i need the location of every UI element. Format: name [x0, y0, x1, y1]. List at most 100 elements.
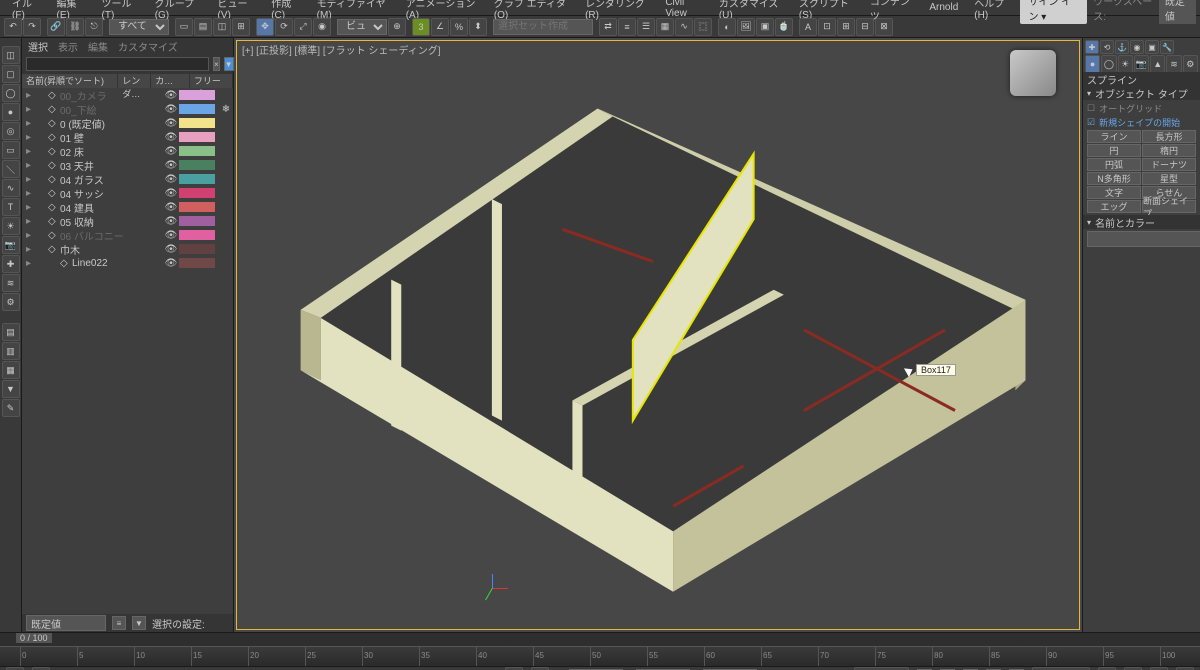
scene-row[interactable]: ▸◇03 天井👁	[22, 158, 233, 172]
scene-row[interactable]: ▸◇01 壁👁	[22, 130, 233, 144]
create-donut-button[interactable]: ドーナツ	[1142, 158, 1196, 171]
cmd-sub-geom-icon[interactable]: ●	[1085, 55, 1100, 73]
window-crossing-button[interactable]: ⊞	[232, 18, 250, 36]
lt-cylinder-icon[interactable]: ◯	[2, 84, 20, 102]
layer-button[interactable]: ☰	[637, 18, 655, 36]
create-circle-button[interactable]: 円	[1087, 144, 1141, 157]
cmd-sub-shape-icon[interactable]: ◯	[1101, 55, 1116, 73]
create-egg-button[interactable]: エッグ	[1087, 200, 1141, 213]
lt-layer1-icon[interactable]: ▤	[2, 323, 20, 341]
scene-footer-b-icon[interactable]: ▼	[132, 616, 146, 630]
scene-tab-customize[interactable]: カスタマイズ	[118, 39, 178, 54]
menu-arnold[interactable]: Arnold	[921, 2, 966, 13]
create-text-button[interactable]: 文字	[1087, 186, 1141, 199]
curve-editor-button[interactable]: ∿	[675, 18, 693, 36]
percent-snap-button[interactable]: %	[450, 18, 468, 36]
lock-selection-icon[interactable]: 🔒	[505, 667, 523, 670]
nav-max-icon[interactable]: ⊞	[1176, 667, 1194, 670]
rendered-frame-button[interactable]: ▣	[756, 18, 774, 36]
nav-zoom-icon[interactable]: 🔍	[1098, 667, 1116, 670]
scene-row[interactable]: ▸◇巾木👁	[22, 242, 233, 256]
scene-footer-a-icon[interactable]: ≡	[112, 616, 126, 630]
d-button[interactable]: ⊟	[856, 18, 874, 36]
ribbon-button[interactable]: ▦	[656, 18, 674, 36]
unlink-button[interactable]: ⛓	[66, 18, 84, 36]
cmd-tab-motion-icon[interactable]: ◉	[1130, 40, 1144, 54]
scene-row[interactable]: ▸◇Line022👁	[22, 256, 233, 270]
snap-button[interactable]: 3	[412, 18, 430, 36]
create-arc-button[interactable]: 円弧	[1087, 158, 1141, 171]
scene-filter-clear[interactable]: ×	[213, 57, 220, 71]
rollout-objecttype[interactable]: オブジェクト タイプ	[1083, 86, 1200, 100]
nav-pan-icon[interactable]: ✋	[1124, 667, 1142, 670]
lt-box-icon[interactable]: ▢	[2, 65, 20, 83]
render-button[interactable]: 🍵	[775, 18, 793, 36]
material-button[interactable]: ◐	[718, 18, 736, 36]
redo-button[interactable]: ↷	[23, 18, 41, 36]
create-ngon-button[interactable]: N多角形	[1087, 172, 1141, 185]
cmd-tab-modify-icon[interactable]: ⟲	[1100, 40, 1114, 54]
cmd-sub-light-icon[interactable]: ☀	[1118, 55, 1133, 73]
cmd-sub-system-icon[interactable]: ⚙	[1183, 55, 1198, 73]
scene-tab-select[interactable]: 選択	[28, 39, 48, 54]
cmd-tab-utilities-icon[interactable]: 🔧	[1160, 40, 1174, 54]
time-slider[interactable]: 0 / 100	[0, 632, 1200, 646]
b-button[interactable]: ⊡	[818, 18, 836, 36]
angle-snap-button[interactable]: ∠	[431, 18, 449, 36]
lt-system-icon[interactable]: ⚙	[2, 293, 20, 311]
scene-row[interactable]: ▸◇04 サッシ👁	[22, 186, 233, 200]
scene-row[interactable]: ▸◇00_カメラ👁	[22, 88, 233, 102]
refcoord-dropdown[interactable]: ビュー	[337, 19, 387, 35]
bind-button[interactable]: ⎋	[85, 18, 103, 36]
undo-button[interactable]: ↶	[4, 18, 22, 36]
select-region-button[interactable]: ◫	[213, 18, 231, 36]
lt-plane-icon[interactable]: ▭	[2, 141, 20, 159]
scene-row[interactable]: ▸◇04 建具👁	[22, 200, 233, 214]
c-button[interactable]: ⊞	[837, 18, 855, 36]
spinner-snap-button[interactable]: ⬍	[469, 18, 487, 36]
autogrid-checkbox[interactable]: ☐オートグリッド	[1087, 102, 1196, 115]
lt-helper-icon[interactable]: ✚	[2, 255, 20, 273]
selection-filter-dropdown[interactable]: すべて	[109, 19, 169, 35]
setkey-button[interactable]: セット キー	[1032, 667, 1090, 670]
autokey-button[interactable]: オートキー	[854, 667, 909, 670]
time-ruler[interactable]: 0510152025303540455055606570758085909510…	[0, 646, 1200, 666]
lt-note-icon[interactable]: ✎	[2, 399, 20, 417]
align-button[interactable]: ≡	[618, 18, 636, 36]
lt-line-icon[interactable]: ＼	[2, 160, 20, 178]
lt-light-icon[interactable]: ☀	[2, 217, 20, 235]
lt-select-icon[interactable]: ◫	[2, 46, 20, 64]
scene-row[interactable]: ▸◇06 バルコニー👁	[22, 228, 233, 242]
pivot-button[interactable]: ⊕	[388, 18, 406, 36]
lock-button[interactable]: 🔒	[32, 667, 50, 670]
a-button[interactable]: A	[799, 18, 817, 36]
scene-column-header[interactable]: 名前(昇順でソート) レンダ… カ… フリーズ	[22, 74, 233, 88]
scene-row[interactable]: ▸◇02 床👁	[22, 144, 233, 158]
mirror-button[interactable]: ⇄	[599, 18, 617, 36]
viewport[interactable]: [+] [正投影] [標準] [フラット シェーディング]	[234, 38, 1082, 632]
maxscript-button[interactable]: ⌨	[6, 667, 24, 670]
create-star-button[interactable]: 星型	[1142, 172, 1196, 185]
cmd-tab-hierarchy-icon[interactable]: ⚓	[1115, 40, 1129, 54]
create-rect-button[interactable]: 長方形	[1142, 130, 1196, 143]
e-button[interactable]: ⊠	[875, 18, 893, 36]
scene-filter-input[interactable]	[26, 57, 209, 71]
workspace-dropdown[interactable]: 既定値	[1159, 0, 1196, 24]
scene-tab-display[interactable]: 表示	[58, 39, 78, 54]
create-section-button[interactable]: 断面シェイプ	[1142, 200, 1196, 213]
cmd-category-dropdown[interactable]: スプライン	[1083, 72, 1200, 86]
scene-tab-edit[interactable]: 編集	[88, 39, 108, 54]
link-button[interactable]: 🔗	[47, 18, 65, 36]
cmd-sub-helper-icon[interactable]: ▲	[1150, 55, 1165, 73]
menu-grapheditor[interactable]: グラフ エディタ(O)	[486, 0, 577, 21]
signin-button[interactable]: サイン イン ▾	[1020, 0, 1087, 24]
scale-button[interactable]: ⤢	[294, 18, 312, 36]
render-setup-button[interactable]: 🖼	[737, 18, 755, 36]
lt-filter-icon[interactable]: ▼	[2, 380, 20, 398]
menu-civilview[interactable]: Civil View	[657, 0, 711, 19]
select-name-button[interactable]: ▤	[194, 18, 212, 36]
lt-space-icon[interactable]: ≋	[2, 274, 20, 292]
lt-camera-icon[interactable]: 📷	[2, 236, 20, 254]
lt-layer3-icon[interactable]: ▦	[2, 361, 20, 379]
lt-spline-icon[interactable]: ∿	[2, 179, 20, 197]
